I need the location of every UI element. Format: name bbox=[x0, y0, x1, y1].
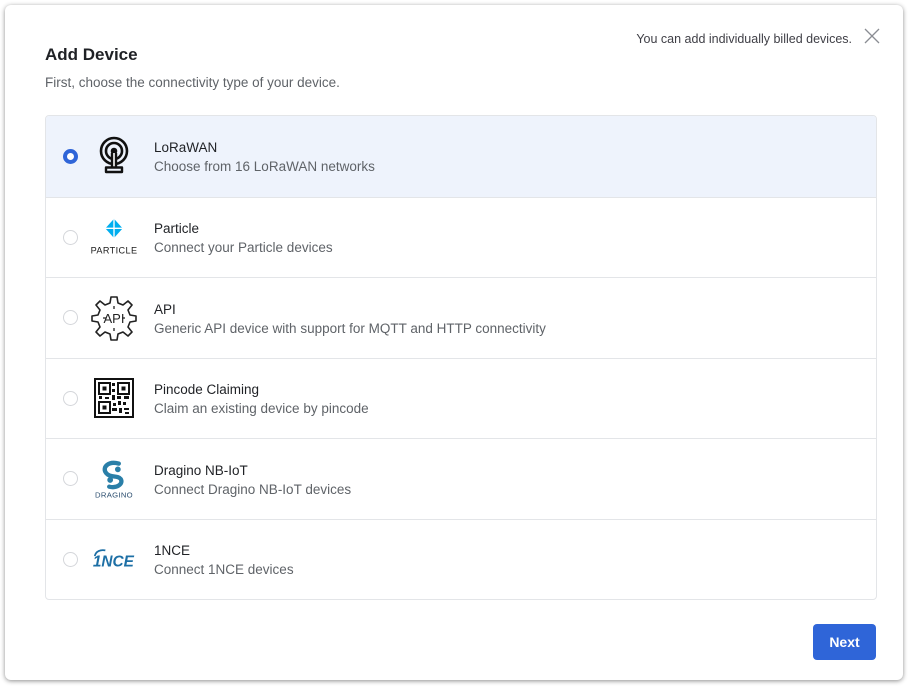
option-dragino-nbiot[interactable]: DRAGINO Dragino NB-IoT Connect Dragino N… bbox=[46, 438, 876, 519]
option-description: Claim an existing device by pincode bbox=[154, 401, 369, 417]
connectivity-options: LoRaWAN Choose from 16 LoRaWAN networks … bbox=[45, 115, 877, 600]
radio-api[interactable] bbox=[63, 310, 78, 326]
option-text: 1NCE Connect 1NCE devices bbox=[154, 542, 294, 580]
dragino-logo: DRAGINO bbox=[89, 454, 139, 504]
option-text: Dragino NB-IoT Connect Dragino NB-IoT de… bbox=[154, 462, 351, 500]
option-title: LoRaWAN bbox=[154, 140, 218, 156]
next-button[interactable]: Next bbox=[813, 624, 876, 660]
antenna-icon bbox=[89, 131, 139, 181]
radio-1nce[interactable] bbox=[63, 551, 78, 567]
option-text: LoRaWAN Choose from 16 LoRaWAN networks bbox=[154, 139, 375, 177]
dialog-subtitle: First, choose the connectivity type of y… bbox=[45, 75, 340, 90]
option-description: Choose from 16 LoRaWAN networks bbox=[154, 159, 375, 175]
option-description: Connect your Particle devices bbox=[154, 240, 333, 256]
option-particle[interactable]: PARTICLE Particle Connect your Particle … bbox=[46, 196, 876, 278]
option-pincode-claiming[interactable]: Pincode Claiming Claim an existing devic… bbox=[46, 357, 876, 439]
option-title: Dragino NB-IoT bbox=[154, 462, 248, 478]
radio-lorawan[interactable] bbox=[63, 148, 78, 164]
svg-text:DRAGINO: DRAGINO bbox=[95, 490, 133, 499]
radio-pincode[interactable] bbox=[63, 390, 78, 406]
option-text: Particle Connect your Particle devices bbox=[154, 220, 333, 258]
option-description: Generic API device with support for MQTT… bbox=[154, 320, 546, 336]
api-gear-icon: API bbox=[89, 293, 139, 343]
option-description: Connect 1NCE devices bbox=[154, 562, 294, 578]
option-title: API bbox=[154, 301, 176, 317]
option-title: Particle bbox=[154, 221, 200, 237]
option-title: Pincode Claiming bbox=[154, 382, 260, 398]
svg-text:PARTICLE: PARTICLE bbox=[91, 246, 138, 256]
close-button[interactable] bbox=[861, 25, 883, 47]
radio-particle[interactable] bbox=[63, 229, 78, 245]
add-device-dialog: You can add individually billed devices.… bbox=[5, 5, 903, 680]
option-lorawan[interactable]: LoRaWAN Choose from 16 LoRaWAN networks bbox=[46, 116, 876, 197]
1nce-logo: 1NCE bbox=[89, 534, 139, 584]
close-icon bbox=[864, 28, 880, 44]
svg-text:API: API bbox=[104, 311, 125, 326]
radio-dragino[interactable] bbox=[63, 471, 78, 487]
option-text: API Generic API device with support for … bbox=[154, 301, 546, 339]
qr-code-icon bbox=[89, 373, 139, 423]
option-text: Pincode Claiming Claim an existing devic… bbox=[154, 381, 369, 419]
option-description: Connect Dragino NB-IoT devices bbox=[154, 481, 352, 497]
dialog-title: Add Device bbox=[45, 45, 138, 64]
option-api[interactable]: API API Generic API device with support … bbox=[46, 277, 876, 358]
billing-hint: You can add individually billed devices. bbox=[636, 32, 852, 46]
svg-text:1NCE: 1NCE bbox=[93, 554, 135, 571]
option-1nce[interactable]: 1NCE 1NCE Connect 1NCE devices bbox=[46, 518, 876, 600]
option-title: 1NCE bbox=[154, 543, 191, 559]
particle-logo: PARTICLE bbox=[89, 212, 139, 262]
